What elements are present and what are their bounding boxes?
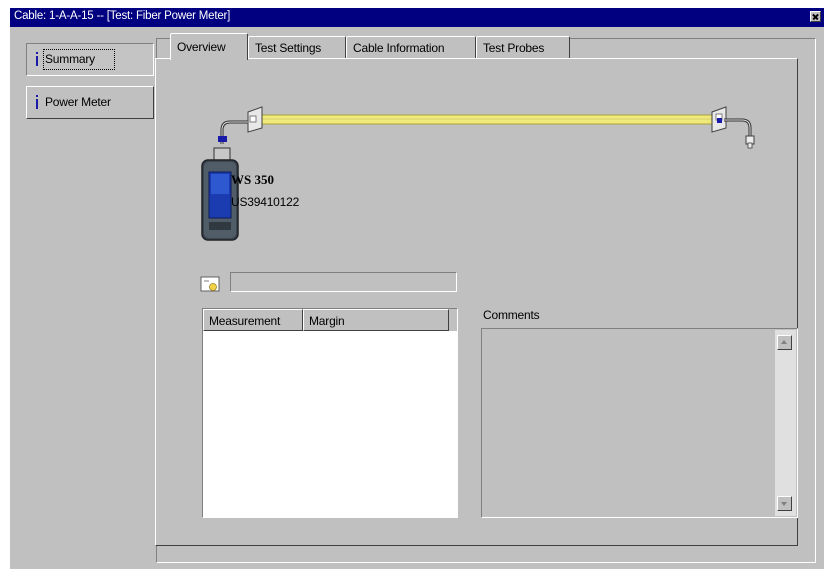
test-status-icon	[200, 276, 220, 292]
column-label: Measurement	[209, 314, 281, 328]
tab-label: Overview	[177, 40, 226, 54]
scroll-down-icon[interactable]	[777, 496, 792, 511]
sidebar-item-label: Summary	[45, 52, 95, 66]
comments-scrollbar[interactable]	[775, 330, 796, 516]
column-header-measurement[interactable]: Measurement	[203, 309, 303, 331]
sidebar-item-label: Power Meter	[45, 95, 111, 109]
tab-label: Cable Information	[353, 41, 445, 55]
column-header-margin[interactable]: Margin	[303, 309, 449, 331]
device-serial: US39410122	[231, 195, 300, 209]
comments-label: Comments	[483, 308, 540, 322]
progress-bar	[230, 272, 457, 292]
tab-test-probes[interactable]: Test Probes	[476, 36, 570, 58]
device-model: WS 350	[231, 172, 274, 187]
sidebar-item-power-meter[interactable]: Power Meter	[26, 86, 154, 119]
measurement-list[interactable]: Measurement Margin	[202, 308, 458, 518]
list-header: Measurement Margin	[203, 309, 457, 331]
window-title: Cable: 1-A-A-15 -- [Test: Fiber Power Me…	[14, 10, 231, 22]
info-icon	[35, 52, 39, 67]
close-icon[interactable]	[810, 11, 821, 22]
comments-field[interactable]	[481, 328, 798, 518]
tab-label: Test Probes	[483, 41, 545, 55]
sidebar-item-summary[interactable]: Summary	[26, 43, 154, 76]
tab-label: Test Settings	[255, 41, 322, 55]
title-bar: Cable: 1-A-A-15 -- [Test: Fiber Power Me…	[10, 8, 824, 27]
tab-overview[interactable]: Overview	[170, 33, 248, 60]
info-icon	[35, 95, 39, 110]
scroll-up-icon[interactable]	[777, 335, 792, 350]
tab-cable-information[interactable]: Cable Information	[346, 36, 476, 58]
column-label: Margin	[309, 314, 345, 328]
connector-boot	[218, 136, 227, 142]
cable-diagram	[201, 106, 755, 241]
power-meter-device	[201, 147, 239, 241]
tab-test-settings[interactable]: Test Settings	[248, 36, 346, 58]
